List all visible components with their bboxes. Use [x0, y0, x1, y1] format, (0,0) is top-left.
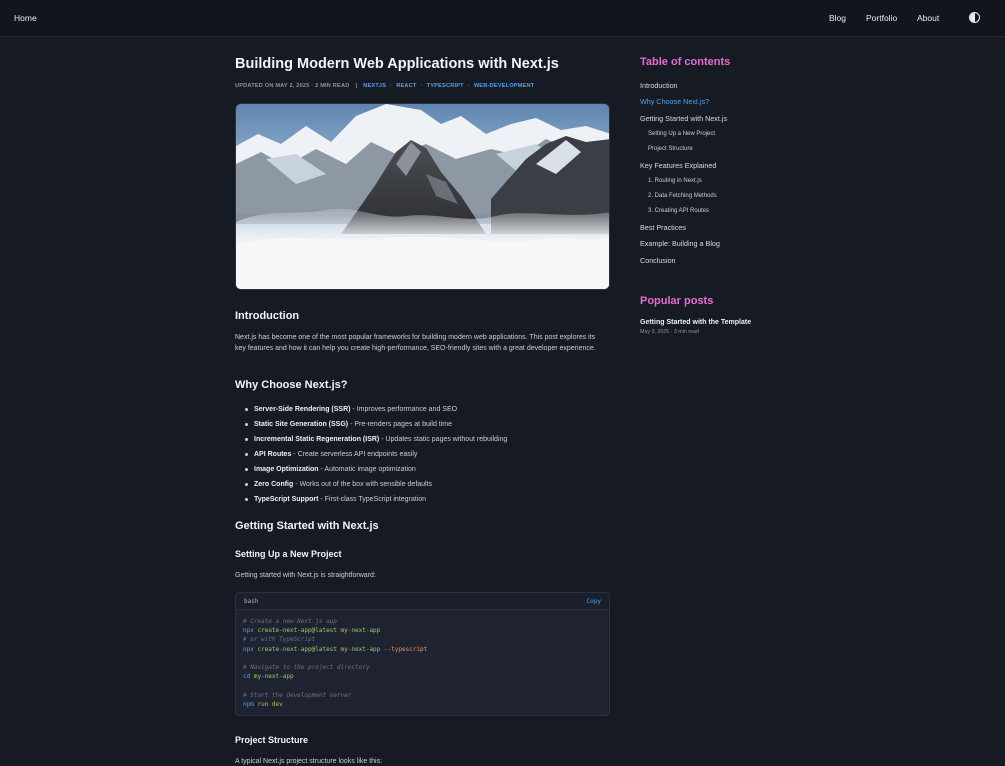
tag-nextjs[interactable]: NEXTJS [363, 83, 386, 89]
heading-getting-started: Getting Started with Next.js [235, 520, 379, 532]
toc-item[interactable]: Key Features Explained [640, 161, 716, 170]
toc-item[interactable]: Getting Started with Next.js [640, 114, 727, 123]
popular-post-title[interactable]: Getting Started with the Template [640, 319, 751, 326]
article-meta: UPDATED ON MAY 2, 2025 · 2 MIN READ | NEXT… [235, 83, 534, 89]
feature-name: Static Site Generation (SSG) [254, 421, 349, 428]
heading-introduction: Introduction [235, 310, 300, 322]
article-title: Building Modern Web Applications with Ne… [235, 56, 559, 72]
theme-toggle-icon[interactable] [969, 12, 980, 23]
nav-home-link[interactable]: Home [14, 13, 37, 23]
list-item: Static Site Generation (SSG) - Pre-rende… [235, 420, 611, 435]
tag-dot: · [420, 83, 423, 89]
mountain-image [236, 104, 609, 289]
intro-paragraph: Next.js has become one of the most popul… [235, 334, 596, 352]
top-nav: Home Blog Portfolio About [0, 0, 1005, 37]
toc-item[interactable]: Example: Building a Blog [640, 239, 720, 248]
structure-paragraph: A typical Next.js project structure look… [235, 758, 383, 765]
feature-desc: - Automatic image optimization [318, 466, 416, 473]
tag-react[interactable]: REACT [396, 83, 416, 89]
feature-name: Server-Side Rendering (SSR) [254, 406, 351, 413]
heading-setup-project: Setting Up a New Project [235, 549, 342, 559]
toc-item[interactable]: Conclusion [640, 256, 676, 265]
popular-posts-title: Popular posts [640, 295, 714, 307]
features-list: Server-Side Rendering (SSR) - Improves p… [235, 405, 611, 510]
feature-desc: - Improves performance and SEO [350, 406, 458, 413]
tag-web-development[interactable]: WEB-DEVELOPMENT [474, 83, 535, 89]
code-line: # or with TypeScript [243, 636, 316, 644]
hero-image [235, 103, 610, 290]
toc-item[interactable]: Project Structure [648, 146, 693, 152]
feature-name: TypeScript Support [254, 496, 319, 503]
feature-name: Incremental Static Regeneration (ISR) [254, 436, 380, 443]
list-item: Incremental Static Regeneration (ISR) - … [235, 435, 611, 450]
list-item: Server-Side Rendering (SSR) - Improves p… [235, 405, 611, 420]
feature-name: API Routes [254, 451, 292, 458]
toc-item[interactable]: Why Choose Next.js? [640, 97, 709, 106]
toc-item[interactable]: Best Practices [640, 223, 686, 232]
code-content: # Create a new Next.js app npx create-nex… [243, 617, 427, 709]
list-item: TypeScript Support - First-class TypeScr… [235, 495, 611, 510]
tag-dot: · [390, 83, 393, 89]
toc-item[interactable]: 2. Data Fetching Methods [648, 193, 717, 199]
meta-separator: | [355, 83, 358, 89]
list-item: API Routes - Create serverless API endpo… [235, 450, 611, 465]
code-line: npx create-next-app@latest my-next-app -… [243, 645, 428, 653]
toc-item[interactable]: Setting Up a New Project [648, 131, 715, 137]
setup-paragraph: Getting started with Next.js is straight… [235, 572, 376, 579]
article-updated: UPDATED ON MAY 2, 2025 · 2 MIN READ [235, 83, 350, 89]
code-line: cd my-next-app [243, 673, 294, 681]
feature-desc: - Works out of the box with sensible def… [293, 481, 433, 488]
toc-item[interactable]: 3. Creating API Routes [648, 208, 709, 214]
code-line: # Start the development server [243, 691, 352, 699]
copy-button[interactable]: Copy [587, 598, 601, 605]
list-item: Image Optimization - Automatic image opt… [235, 465, 611, 480]
toc-item[interactable]: 1. Routing in Next.js [648, 178, 702, 184]
heading-project-structure: Project Structure [235, 735, 309, 745]
code-line: # Create a new Next.js app [243, 618, 337, 625]
feature-desc: - First-class TypeScript integration [318, 496, 427, 503]
toc-item[interactable]: Introduction [640, 81, 678, 90]
feature-desc: - Updates static pages without rebuildin… [379, 436, 508, 443]
nav-link-blog[interactable]: Blog [829, 13, 846, 23]
code-language: bash [244, 598, 259, 605]
nav-link-portfolio[interactable]: Portfolio [866, 13, 897, 23]
code-line: npm run dev [243, 700, 283, 708]
heading-why-nextjs: Why Choose Next.js? [235, 379, 348, 391]
code-line: # Navigate to the project directory [243, 663, 370, 671]
feature-name: Zero Config [254, 481, 294, 488]
toc-title: Table of contents [640, 56, 731, 68]
feature-name: Image Optimization [254, 466, 319, 473]
code-line: npx create-next-app@latest my-next-app [243, 627, 381, 635]
code-block: bash Copy # Create a new Next.js app npx … [235, 592, 610, 716]
nav-link-about[interactable]: About [917, 13, 939, 23]
list-item: Zero Config - Works out of the box with … [235, 480, 611, 495]
feature-desc: - Create serverless API endpoints easily [291, 451, 418, 458]
popular-post-meta: May 3, 2025 · 3 min read [640, 329, 699, 335]
tag-dot: · [467, 83, 470, 89]
tag-typescript[interactable]: TYPESCRIPT [427, 83, 464, 89]
code-block-header: bash Copy [236, 593, 609, 610]
feature-desc: - Pre-renders pages at build time [348, 421, 453, 428]
